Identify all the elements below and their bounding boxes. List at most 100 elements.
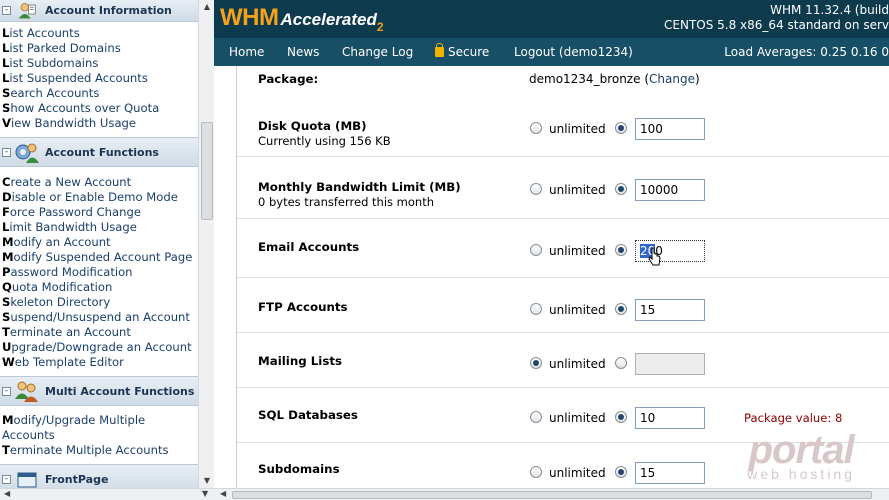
email-accounts-label: Email Accounts <box>258 240 360 254</box>
disk-quota-unlimited-radio[interactable] <box>530 122 542 134</box>
collapse-icon[interactable]: - <box>2 386 11 396</box>
header: WHM Accelerated2 WHM 11.32.4 (build CENTO… <box>214 0 889 38</box>
link-upgrade-account[interactable]: Upgrade/Downgrade an Account <box>2 340 198 355</box>
account-information-links: List Accounts List Parked Domains List S… <box>0 22 198 137</box>
link-create-account[interactable]: Create a New Account <box>2 175 198 190</box>
disk-quota-label: Disk Quota (MB) <box>258 119 367 133</box>
link-view-bandwidth-usage[interactable]: View Bandwidth Usage <box>2 116 198 131</box>
os-text: CENTOS 5.8 x86_64 standard on serv <box>664 18 889 32</box>
mailing-lists-input[interactable] <box>635 353 705 375</box>
nav-change-log[interactable]: Change Log <box>342 45 413 59</box>
unlimited-label: unlimited <box>549 357 606 371</box>
nav-news[interactable]: News <box>287 45 319 59</box>
link-suspend-account[interactable]: Suspend/Unsuspend an Account <box>2 310 198 325</box>
ftp-value-radio[interactable] <box>615 303 627 315</box>
bandwidth-label: Monthly Bandwidth Limit (MB) <box>258 180 461 194</box>
collapse-icon[interactable]: - <box>2 147 11 157</box>
link-password-modification[interactable]: Password Modification <box>2 265 198 280</box>
email-accounts-input[interactable]: 200 <box>635 240 705 262</box>
account-limits-form: Package: demo1234_bronze (Change) Disk Q… <box>214 66 889 488</box>
email-unlimited-radio[interactable] <box>530 244 542 256</box>
link-demo-mode[interactable]: Disable or Enable Demo Mode <box>2 190 198 205</box>
scroll-left-icon[interactable]: ◀ <box>4 489 10 498</box>
email-value-radio[interactable] <box>615 244 627 256</box>
horizontal-scrollbar[interactable]: ◀ ▼ ◀ <box>0 488 889 500</box>
whm-logo[interactable]: WHM Accelerated2 <box>220 4 384 34</box>
link-show-accounts-over-quota[interactable]: Show Accounts over Quota <box>2 101 198 116</box>
subdomains-input[interactable]: 15 <box>635 462 705 484</box>
unlimited-label: unlimited <box>549 122 606 136</box>
subdomains-value-radio[interactable] <box>615 466 627 478</box>
disk-usage-text: Currently using 156 KB <box>258 134 391 148</box>
version-text: WHM 11.32.4 (build <box>770 3 889 17</box>
link-search-accounts[interactable]: Search Accounts <box>2 86 198 101</box>
link-web-template-editor[interactable]: Web Template Editor <box>2 355 198 370</box>
package-value-note: Package value: 8 <box>744 411 843 425</box>
link-modify-suspended-page[interactable]: Modify Suspended Account Page <box>2 250 198 265</box>
sql-databases-input[interactable]: 10 <box>635 407 705 429</box>
scroll-left-main-icon[interactable]: ◀ <box>220 489 226 498</box>
ftp-accounts-row: FTP Accounts unlimited 15 <box>237 279 889 333</box>
watermark-brand: portal <box>748 428 855 472</box>
account-functions-icon <box>15 143 39 163</box>
link-modify-upgrade-multiple-cont[interactable]: Accounts <box>2 428 198 443</box>
scrollbar-thumb[interactable] <box>201 122 213 220</box>
change-package-link[interactable]: Change <box>649 72 695 86</box>
mailing-lists-label: Mailing Lists <box>258 354 343 368</box>
link-list-subdomains[interactable]: List Subdomains <box>2 56 198 71</box>
account-info-icon <box>18 2 36 18</box>
link-terminate-account[interactable]: Terminate an Account <box>2 325 198 340</box>
load-averages: Load Averages: 0.25 0.16 0 <box>724 45 889 59</box>
link-modify-account[interactable]: Modify an Account <box>2 235 198 250</box>
link-terminate-multiple[interactable]: Terminate Multiple Accounts <box>2 443 198 458</box>
mailing-value-radio[interactable] <box>615 357 627 369</box>
disk-quota-input[interactable]: 100 <box>635 118 705 140</box>
sidebar-scrollbar[interactable]: ▲ ▼ <box>198 0 214 488</box>
collapse-icon[interactable]: - <box>2 474 11 484</box>
link-list-parked-domains[interactable]: List Parked Domains <box>2 41 198 56</box>
scroll-up-icon[interactable]: ▲ <box>199 0 215 14</box>
package-value: demo1234_bronze (Change) <box>529 72 700 86</box>
mouse-cursor-icon <box>648 247 661 266</box>
bandwidth-value-radio[interactable] <box>615 183 627 195</box>
nav-home[interactable]: Home <box>229 45 264 59</box>
package-label: Package: <box>258 72 319 86</box>
unlimited-label: unlimited <box>549 183 606 197</box>
mailing-unlimited-radio[interactable] <box>530 357 542 369</box>
nav-secure[interactable]: Secure <box>435 43 489 59</box>
bandwidth-unlimited-radio[interactable] <box>530 183 542 195</box>
section-header-frontpage[interactable]: - FrontPage <box>0 464 198 488</box>
section-title: Account Functions <box>45 145 159 159</box>
unlimited-label: unlimited <box>549 244 606 258</box>
sql-value-radio[interactable] <box>615 411 627 423</box>
collapse-icon[interactable]: - <box>2 6 11 15</box>
sql-unlimited-radio[interactable] <box>530 411 542 423</box>
scroll-down-small-icon[interactable]: ▼ <box>202 489 208 498</box>
account-functions-links: Create a New Account Disable or Enable D… <box>0 167 198 376</box>
link-quota-modification[interactable]: Quota Modification <box>2 280 198 295</box>
link-force-password-change[interactable]: Force Password Change <box>2 205 198 220</box>
multi-account-links: Modify/Upgrade Multiple Accounts Termina… <box>0 406 198 464</box>
section-title: Account Information <box>45 4 172 17</box>
section-header-account-information[interactable]: - Account Information <box>0 0 198 22</box>
scroll-down-icon[interactable]: ▼ <box>199 474 215 488</box>
section-header-account-functions[interactable]: - Account Functions <box>0 137 198 167</box>
disk-quota-value-radio[interactable] <box>615 122 627 134</box>
ftp-unlimited-radio[interactable] <box>530 303 542 315</box>
section-title: FrontPage <box>45 472 109 486</box>
mailing-lists-row: Mailing Lists unlimited <box>237 334 889 388</box>
ftp-accounts-input[interactable]: 15 <box>635 299 705 321</box>
nav-logout[interactable]: Logout (demo1234) <box>514 45 633 59</box>
link-modify-upgrade-multiple[interactable]: Modify/Upgrade Multiple <box>2 413 198 428</box>
section-header-multi-account-functions[interactable]: - Multi Account Functions <box>0 376 198 406</box>
horizontal-scrollbar-thumb[interactable] <box>232 491 872 499</box>
section-title: Multi Account Functions <box>45 384 195 398</box>
subdomains-unlimited-radio[interactable] <box>530 466 542 478</box>
link-skeleton-directory[interactable]: Skeleton Directory <box>2 295 198 310</box>
bandwidth-input[interactable]: 10000 <box>635 179 705 201</box>
link-limit-bandwidth[interactable]: Limit Bandwidth Usage <box>2 220 198 235</box>
link-list-suspended-accounts[interactable]: List Suspended Accounts <box>2 71 198 86</box>
link-list-accounts[interactable]: List Accounts <box>2 26 198 41</box>
disk-quota-row: Disk Quota (MB) Currently using 156 KB u… <box>237 96 889 157</box>
unlimited-label: unlimited <box>549 411 606 425</box>
